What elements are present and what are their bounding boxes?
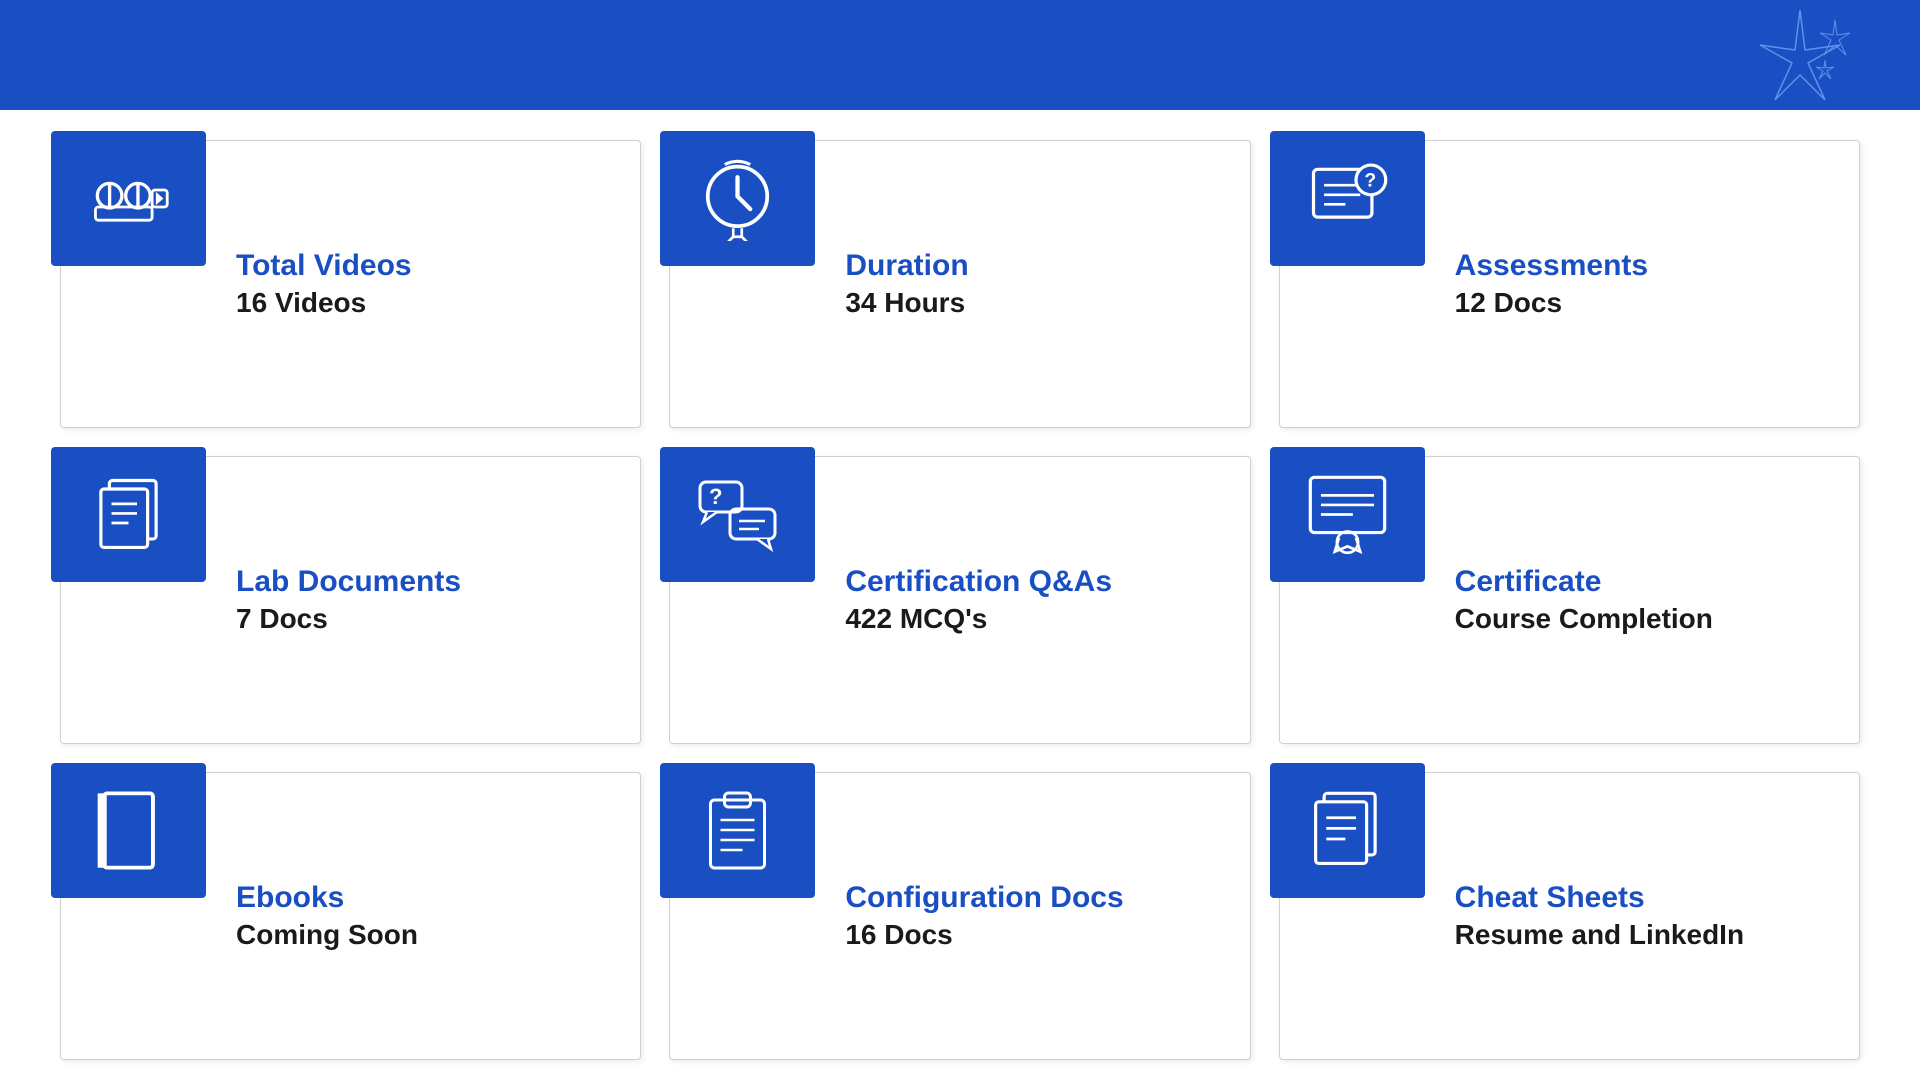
sheets-icon — [1270, 763, 1425, 898]
card-subtitle-duration: 34 Hours — [845, 287, 968, 319]
feature-card-certification-qas: ? Certification Q&As 422 MCQ's — [669, 456, 1250, 744]
book-icon — [51, 763, 206, 898]
svg-text:?: ? — [1364, 170, 1376, 191]
card-title-cheat-sheets: Cheat Sheets — [1455, 881, 1744, 915]
card-text-cheat-sheets: Cheat Sheets Resume and LinkedIn — [1425, 881, 1744, 951]
clipboard-icon — [660, 763, 815, 898]
star-decoration — [1740, 5, 1860, 115]
video-icon — [51, 131, 206, 266]
feature-card-certificate: Certificate Course Completion — [1279, 456, 1860, 744]
card-title-certificate: Certificate — [1455, 565, 1713, 599]
svg-text:?: ? — [709, 484, 722, 509]
card-subtitle-cheat-sheets: Resume and LinkedIn — [1455, 919, 1744, 951]
card-subtitle-total-videos: 16 Videos — [236, 287, 412, 319]
feature-card-duration: Duration 34 Hours — [669, 140, 1250, 428]
qa-icon: ? — [660, 447, 815, 582]
feature-card-assessments: ? Assessments 12 Docs — [1279, 140, 1860, 428]
card-text-duration: Duration 34 Hours — [815, 249, 968, 319]
card-title-ebooks: Ebooks — [236, 881, 418, 915]
card-subtitle-certificate: Course Completion — [1455, 603, 1713, 635]
card-text-configuration-docs: Configuration Docs 16 Docs — [815, 881, 1123, 951]
card-text-assessments: Assessments 12 Docs — [1425, 249, 1648, 319]
card-text-lab-documents: Lab Documents 7 Docs — [206, 565, 461, 635]
card-title-configuration-docs: Configuration Docs — [845, 881, 1123, 915]
card-text-certification-qas: Certification Q&As 422 MCQ's — [815, 565, 1112, 635]
card-title-lab-documents: Lab Documents — [236, 565, 461, 599]
card-title-duration: Duration — [845, 249, 968, 283]
assessment-icon: ? — [1270, 131, 1425, 266]
feature-card-lab-documents: Lab Documents 7 Docs — [60, 456, 641, 744]
card-text-total-videos: Total Videos 16 Videos — [206, 249, 412, 319]
card-subtitle-assessments: 12 Docs — [1455, 287, 1648, 319]
card-subtitle-ebooks: Coming Soon — [236, 919, 418, 951]
feature-card-ebooks: Ebooks Coming Soon — [60, 772, 641, 1060]
features-grid: Total Videos 16 Videos Duration 34 Hours — [0, 110, 1920, 1080]
card-title-total-videos: Total Videos — [236, 249, 412, 283]
card-text-ebooks: Ebooks Coming Soon — [206, 881, 418, 951]
page-header — [0, 0, 1920, 110]
card-subtitle-configuration-docs: 16 Docs — [845, 919, 1123, 951]
feature-card-total-videos: Total Videos 16 Videos — [60, 140, 641, 428]
certificate-icon — [1270, 447, 1425, 582]
card-title-assessments: Assessments — [1455, 249, 1648, 283]
clock-icon — [660, 131, 815, 266]
card-subtitle-certification-qas: 422 MCQ's — [845, 603, 1112, 635]
card-title-certification-qas: Certification Q&As — [845, 565, 1112, 599]
feature-card-cheat-sheets: Cheat Sheets Resume and LinkedIn — [1279, 772, 1860, 1060]
card-subtitle-lab-documents: 7 Docs — [236, 603, 461, 635]
feature-card-configuration-docs: Configuration Docs 16 Docs — [669, 772, 1250, 1060]
card-text-certificate: Certificate Course Completion — [1425, 565, 1713, 635]
documents-icon — [51, 447, 206, 582]
